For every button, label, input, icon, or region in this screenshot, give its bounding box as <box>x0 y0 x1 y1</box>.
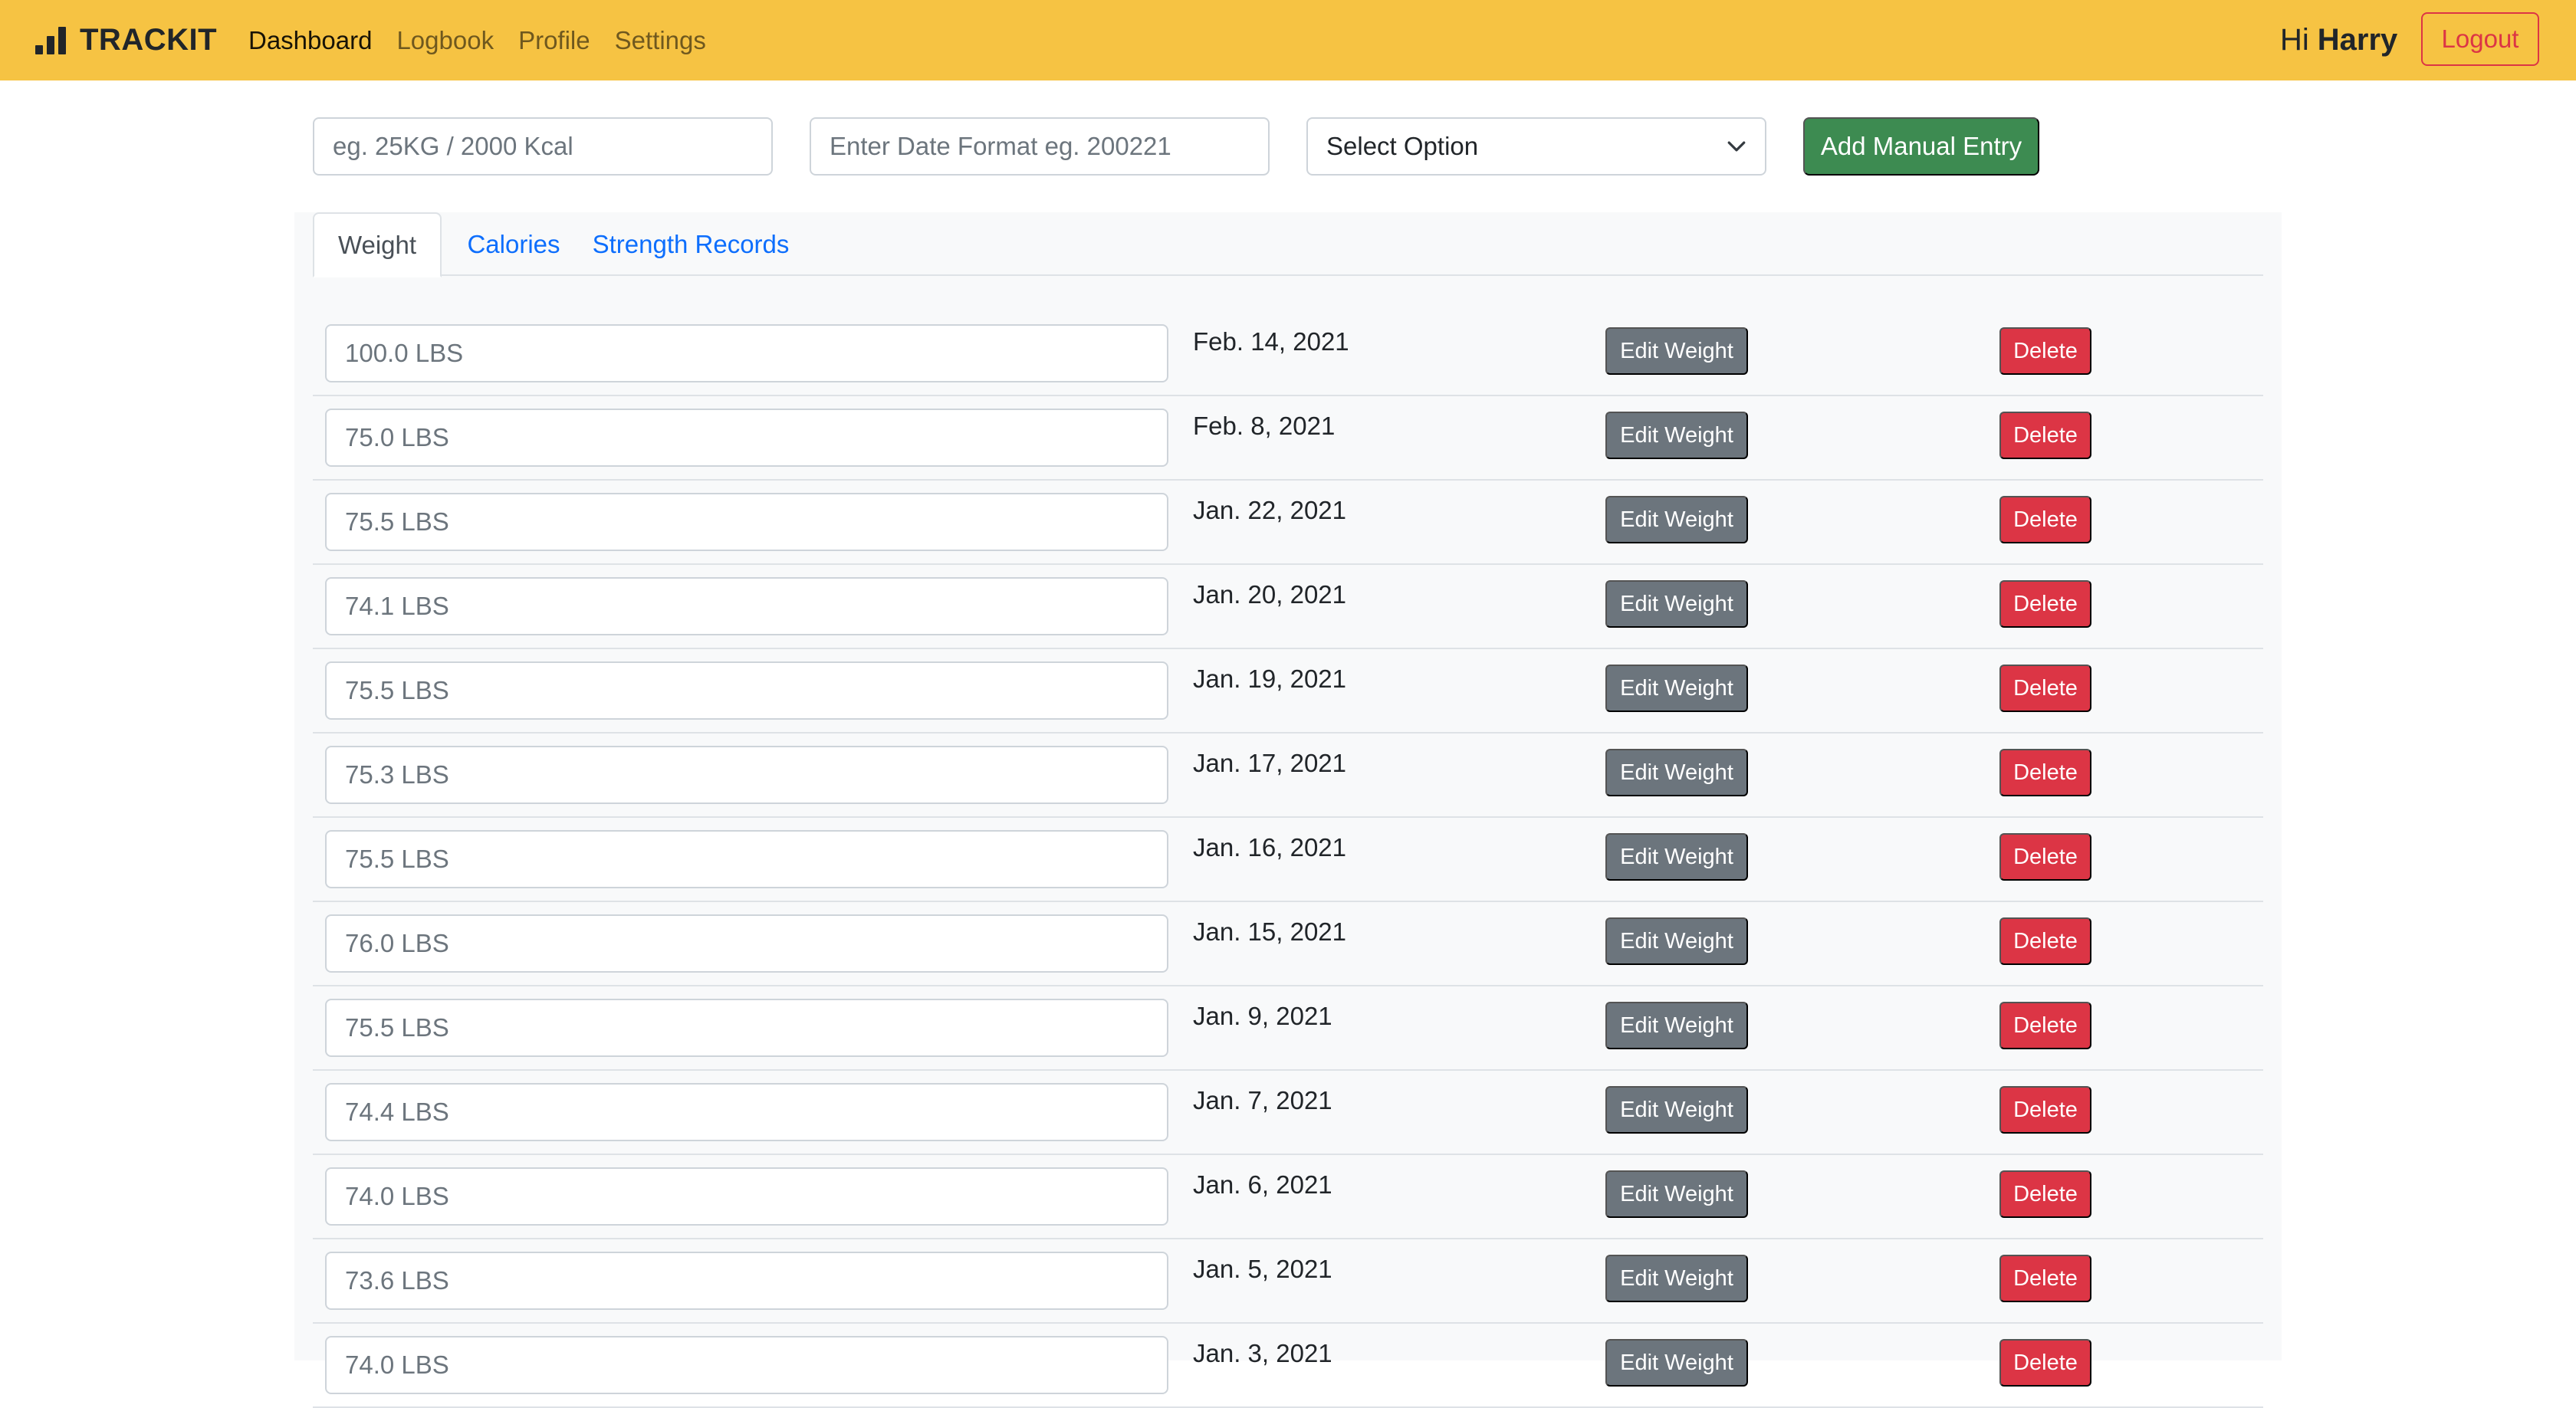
edit-weight-button[interactable]: Edit Weight <box>1605 917 1748 965</box>
value-input[interactable]: eg. 25KG / 2000 Kcal <box>313 117 773 176</box>
weight-row: 74.0 LBS Jan. 6, 2021 Edit Weight Delete <box>313 1155 2263 1239</box>
weight-date: Jan. 19, 2021 <box>1193 665 1346 693</box>
weight-value-field[interactable]: 75.5 LBS <box>325 661 1168 720</box>
edit-weight-button[interactable]: Edit Weight <box>1605 665 1748 712</box>
logout-button[interactable]: Logout <box>2421 12 2539 66</box>
edit-weight-button[interactable]: Edit Weight <box>1605 327 1748 375</box>
weight-date: Jan. 9, 2021 <box>1193 1002 1332 1030</box>
tab-weight[interactable]: Weight <box>313 212 442 277</box>
weight-value-field[interactable]: 73.6 LBS <box>325 1252 1168 1310</box>
edit-weight-button[interactable]: Edit Weight <box>1605 1086 1748 1134</box>
weight-date: Jan. 7, 2021 <box>1193 1086 1332 1114</box>
edit-weight-button[interactable]: Edit Weight <box>1605 833 1748 881</box>
bar-chart-icon <box>35 26 66 54</box>
weight-row: 74.4 LBS Jan. 7, 2021 Edit Weight Delete <box>313 1071 2263 1155</box>
edit-weight-button[interactable]: Edit Weight <box>1605 1170 1748 1218</box>
delete-button[interactable]: Delete <box>1999 1002 2091 1049</box>
nav-links: Dashboard Logbook Profile Settings <box>248 0 706 80</box>
weight-row: 75.3 LBS Jan. 17, 2021 Edit Weight Delete <box>313 734 2263 818</box>
delete-button[interactable]: Delete <box>1999 917 2091 965</box>
edit-weight-button[interactable]: Edit Weight <box>1605 1002 1748 1049</box>
nav-link-settings[interactable]: Settings <box>615 26 706 55</box>
greeting-prefix: Hi <box>2280 23 2309 57</box>
select-value: Select Option <box>1326 132 1479 160</box>
edit-weight-button[interactable]: Edit Weight <box>1605 749 1748 796</box>
top-navbar: TRACKIT Dashboard Logbook Profile Settin… <box>0 0 2576 80</box>
weight-date: Jan. 20, 2021 <box>1193 580 1346 609</box>
weight-date: Jan. 17, 2021 <box>1193 749 1346 777</box>
weight-value-field[interactable]: 75.5 LBS <box>325 830 1168 888</box>
weight-date: Feb. 8, 2021 <box>1193 412 1336 440</box>
weight-date: Jan. 6, 2021 <box>1193 1170 1332 1199</box>
delete-button[interactable]: Delete <box>1999 1086 2091 1134</box>
delete-button[interactable]: Delete <box>1999 665 2091 712</box>
nav-link-logbook[interactable]: Logbook <box>396 26 494 55</box>
weight-value-field[interactable]: 100.0 LBS <box>325 324 1168 382</box>
weight-list: 100.0 LBS Feb. 14, 2021 Edit Weight Delete 7… <box>313 312 2263 1408</box>
delete-button[interactable]: Delete <box>1999 1339 2091 1387</box>
edit-weight-button[interactable]: Edit Weight <box>1605 1255 1748 1302</box>
weight-row: 100.0 LBS Feb. 14, 2021 Edit Weight Delete <box>313 312 2263 396</box>
weight-value-field[interactable]: 75.5 LBS <box>325 493 1168 551</box>
entry-type-select[interactable]: Select Option <box>1306 117 1766 176</box>
weight-date: Jan. 16, 2021 <box>1193 833 1346 862</box>
nav-link-dashboard[interactable]: Dashboard <box>248 26 372 55</box>
weight-row: 73.6 LBS Jan. 5, 2021 Edit Weight Delete <box>313 1239 2263 1324</box>
edit-weight-button[interactable]: Edit Weight <box>1605 1339 1748 1387</box>
edit-weight-button[interactable]: Edit Weight <box>1605 412 1748 459</box>
weight-value-field[interactable]: 74.0 LBS <box>325 1167 1168 1226</box>
brand[interactable]: TRACKIT <box>35 0 217 80</box>
records-panel: Weight Calories Strength Records 100.0 L… <box>294 212 2282 1408</box>
weight-value-field[interactable]: 75.3 LBS <box>325 746 1168 804</box>
tabs-bar: Weight Calories Strength Records <box>313 212 2263 277</box>
weight-value-field[interactable]: 76.0 LBS <box>325 914 1168 973</box>
brand-name: TRACKIT <box>80 23 218 57</box>
weight-row: 74.0 LBS Jan. 3, 2021 Edit Weight Delete <box>313 1324 2263 1408</box>
delete-button[interactable]: Delete <box>1999 1170 2091 1218</box>
delete-button[interactable]: Delete <box>1999 580 2091 628</box>
delete-button[interactable]: Delete <box>1999 833 2091 881</box>
edit-weight-button[interactable]: Edit Weight <box>1605 496 1748 543</box>
add-manual-entry-button[interactable]: Add Manual Entry <box>1803 117 2039 176</box>
user-greeting: Hi Harry <box>2280 0 2397 80</box>
weight-row: 75.5 LBS Jan. 16, 2021 Edit Weight Delete <box>313 818 2263 902</box>
delete-button[interactable]: Delete <box>1999 327 2091 375</box>
weight-date: Jan. 5, 2021 <box>1193 1255 1332 1283</box>
weight-row: 75.5 LBS Jan. 9, 2021 Edit Weight Delete <box>313 986 2263 1071</box>
delete-button[interactable]: Delete <box>1999 412 2091 459</box>
nav-link-profile[interactable]: Profile <box>518 26 590 55</box>
weight-value-field[interactable]: 74.1 LBS <box>325 577 1168 635</box>
tab-calories[interactable]: Calories <box>449 212 578 276</box>
delete-button[interactable]: Delete <box>1999 496 2091 543</box>
weight-date: Jan. 15, 2021 <box>1193 917 1346 946</box>
chevron-down-icon <box>1727 141 1746 152</box>
weight-value-field[interactable]: 75.5 LBS <box>325 999 1168 1057</box>
weight-row: 75.0 LBS Feb. 8, 2021 Edit Weight Delete <box>313 396 2263 481</box>
weight-value-field[interactable]: 74.0 LBS <box>325 1336 1168 1394</box>
weight-date: Jan. 3, 2021 <box>1193 1339 1332 1367</box>
weight-date: Feb. 14, 2021 <box>1193 327 1349 356</box>
weight-value-field[interactable]: 74.4 LBS <box>325 1083 1168 1141</box>
weight-row: 74.1 LBS Jan. 20, 2021 Edit Weight Delete <box>313 565 2263 649</box>
delete-button[interactable]: Delete <box>1999 749 2091 796</box>
weight-row: 76.0 LBS Jan. 15, 2021 Edit Weight Delete <box>313 902 2263 986</box>
weight-row: 75.5 LBS Jan. 19, 2021 Edit Weight Delete <box>313 649 2263 734</box>
delete-button[interactable]: Delete <box>1999 1255 2091 1302</box>
edit-weight-button[interactable]: Edit Weight <box>1605 580 1748 628</box>
weight-date: Jan. 22, 2021 <box>1193 496 1346 524</box>
date-input[interactable]: Enter Date Format eg. 200221 <box>810 117 1270 176</box>
weight-row: 75.5 LBS Jan. 22, 2021 Edit Weight Delete <box>313 481 2263 565</box>
tab-strength-records[interactable]: Strength Records <box>583 212 799 276</box>
user-name: Harry <box>2317 23 2398 57</box>
weight-value-field[interactable]: 75.0 LBS <box>325 409 1168 467</box>
